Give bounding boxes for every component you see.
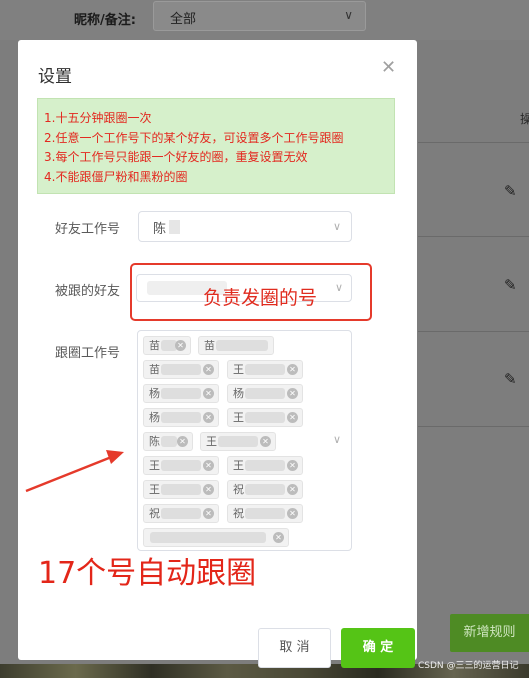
annotation-auto-follow: 17个号自动跟圈: [38, 556, 257, 591]
